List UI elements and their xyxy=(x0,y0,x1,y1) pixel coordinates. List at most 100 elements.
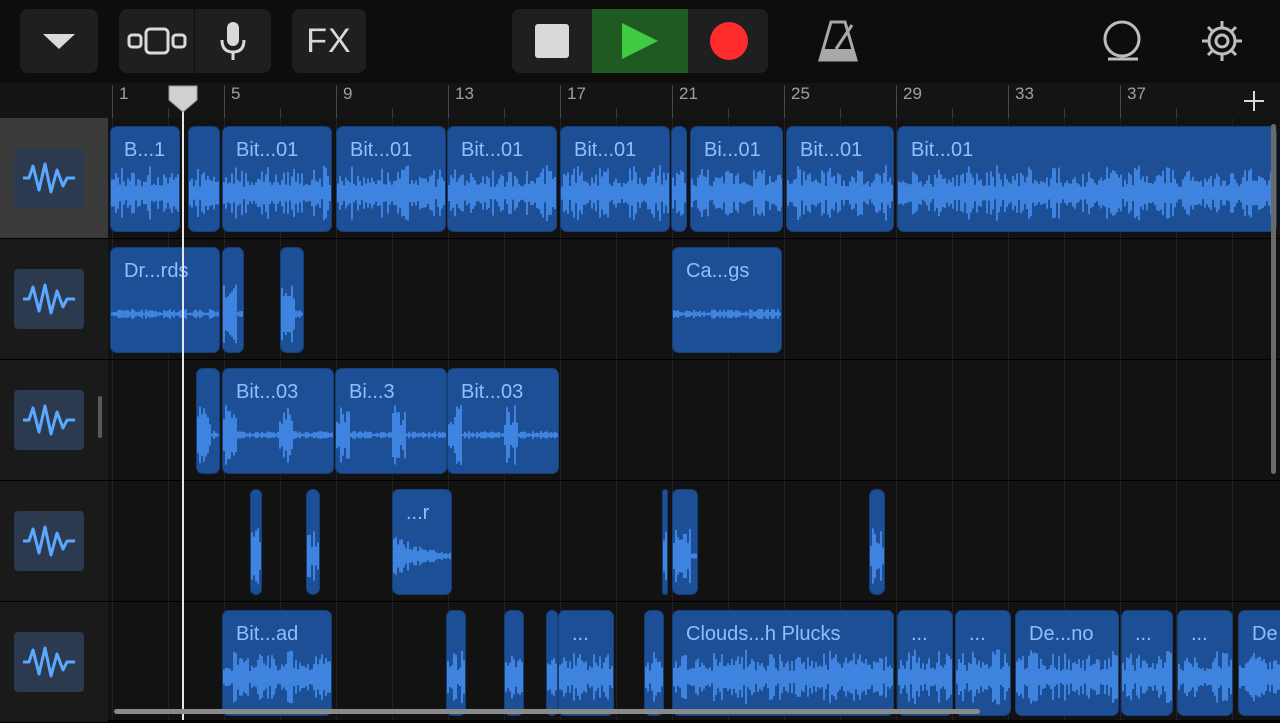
ruler-bar-number: 17 xyxy=(567,84,586,103)
audio-region[interactable] xyxy=(446,610,466,716)
audio-region[interactable]: Ca...gs xyxy=(672,247,782,353)
audio-region[interactable] xyxy=(196,368,220,474)
waveform xyxy=(673,528,697,584)
view-toggle-button[interactable] xyxy=(119,9,194,73)
track-lane[interactable]: Bit...ad... Clouds...h Plucks...... De...n… xyxy=(108,602,1280,720)
loop-icon xyxy=(1103,20,1141,61)
stop-button[interactable] xyxy=(512,9,591,73)
ruler-bar-number: 5 xyxy=(231,84,241,103)
settings-button[interactable] xyxy=(1186,9,1258,73)
audio-region[interactable]: Bit...03 xyxy=(447,368,559,474)
audio-region[interactable]: Bit...01 xyxy=(897,126,1277,232)
waveform xyxy=(1016,650,1118,704)
track-lane[interactable]: Dr...rds Ca...gs xyxy=(108,239,1280,360)
add-section-button[interactable] xyxy=(1228,83,1280,118)
audio-region[interactable] xyxy=(671,126,687,232)
region-name: Bit...01 xyxy=(800,139,863,161)
audio-region[interactable]: Bi...01 xyxy=(690,126,783,232)
audio-region[interactable]: Clouds...h Plucks xyxy=(672,610,894,716)
audio-region[interactable] xyxy=(672,489,698,595)
track-lane[interactable]: Bit...03 Bi...3 Bit...03 xyxy=(108,360,1280,481)
track-lane[interactable]: B...1 Bit...01 Bit...01 Bit...01 Bit...01 Bi.… xyxy=(108,118,1280,239)
region-name: Bit...01 xyxy=(574,139,637,161)
fx-button[interactable]: FX xyxy=(292,9,366,73)
audio-region[interactable]: Bit...01 xyxy=(786,126,894,232)
ruler-bar-number: 25 xyxy=(791,84,810,103)
microphone-icon xyxy=(220,22,246,60)
ruler-bar-tick xyxy=(336,85,337,118)
play-button[interactable] xyxy=(592,9,688,73)
record-button[interactable] xyxy=(689,9,768,73)
track-header-resize-handle[interactable] xyxy=(98,396,102,438)
audio-region[interactable] xyxy=(222,247,244,353)
track-header[interactable] xyxy=(0,481,108,602)
waveform xyxy=(337,165,445,221)
vertical-scrollbar[interactable] xyxy=(1271,124,1276,474)
audio-region[interactable] xyxy=(869,489,885,595)
loop-browser-button[interactable] xyxy=(1086,9,1158,73)
ruler-beat-tick xyxy=(616,108,617,118)
audio-region[interactable]: Bit...01 xyxy=(447,126,557,232)
ruler-bar-tick xyxy=(1120,85,1121,118)
metronome-button[interactable] xyxy=(800,9,876,73)
audio-region[interactable]: B...1 xyxy=(110,126,180,232)
waveform-icon xyxy=(23,404,75,436)
ruler-bar-number: 1 xyxy=(119,84,129,103)
audio-recorder-track-icon[interactable] xyxy=(14,511,84,571)
track-header[interactable] xyxy=(0,360,108,481)
playhead-handle[interactable] xyxy=(167,84,199,114)
track-header[interactable] xyxy=(0,239,108,360)
waveform xyxy=(111,166,179,220)
audio-region[interactable] xyxy=(644,610,664,716)
audio-region[interactable] xyxy=(250,489,262,595)
ruler-beat-tick xyxy=(728,108,729,118)
audio-region[interactable]: ... xyxy=(955,610,1011,716)
audio-region[interactable]: ... xyxy=(1177,610,1233,716)
waveform xyxy=(189,168,219,218)
audio-recorder-track-icon[interactable] xyxy=(14,390,84,450)
microphone-button[interactable] xyxy=(195,9,271,73)
audio-region[interactable] xyxy=(546,610,558,716)
region-name: Ca...gs xyxy=(686,260,750,282)
audio-region[interactable]: Bit...01 xyxy=(560,126,670,232)
audio-recorder-track-icon[interactable] xyxy=(14,269,84,329)
audio-region[interactable]: Dr...rds xyxy=(110,247,220,353)
toolbar: FX xyxy=(0,0,1280,83)
ruler-bar-tick xyxy=(672,85,673,118)
timeline-ruler[interactable]: 1 5 9 13 17 21 25 29 33 37 xyxy=(108,83,1280,118)
audio-recorder-track-icon[interactable] xyxy=(14,148,84,208)
track-header[interactable] xyxy=(0,602,108,723)
region-name: Bi...01 xyxy=(704,139,761,161)
audio-region[interactable]: ... xyxy=(897,610,953,716)
audio-region[interactable]: De...no xyxy=(1015,610,1119,716)
audio-region[interactable]: Bi...3 xyxy=(335,368,447,474)
region-name: ... xyxy=(572,623,589,645)
track-header[interactable] xyxy=(0,118,108,239)
audio-region[interactable] xyxy=(662,489,668,595)
waveform xyxy=(1178,651,1232,703)
waveform-icon xyxy=(23,283,75,315)
region-name: ... xyxy=(911,623,928,645)
track-lane[interactable]: ...r xyxy=(108,481,1280,602)
ruler-bar-number: 29 xyxy=(903,84,922,103)
audio-region[interactable]: ... xyxy=(1121,610,1173,716)
audio-region[interactable]: ... xyxy=(558,610,614,716)
waveform xyxy=(197,406,219,464)
audio-recorder-track-icon[interactable] xyxy=(14,632,84,692)
audio-region[interactable] xyxy=(188,126,220,232)
waveform xyxy=(559,653,613,701)
tracks-menu-button[interactable] xyxy=(20,9,98,73)
ruler-bar-tick xyxy=(560,85,561,118)
audio-region[interactable]: Bit...01 xyxy=(222,126,332,232)
audio-region[interactable]: Bit...ad xyxy=(222,610,332,716)
audio-region[interactable] xyxy=(306,489,320,595)
audio-region[interactable]: Bit...03 xyxy=(222,368,334,474)
audio-region[interactable] xyxy=(504,610,524,716)
waveform xyxy=(898,649,952,705)
audio-region[interactable]: Bit...01 xyxy=(336,126,446,232)
audio-region[interactable]: ...r xyxy=(392,489,452,595)
metronome-icon xyxy=(818,20,858,62)
audio-region[interactable]: De xyxy=(1238,610,1280,716)
horizontal-scrollbar[interactable] xyxy=(114,709,980,714)
audio-region[interactable] xyxy=(280,247,304,353)
